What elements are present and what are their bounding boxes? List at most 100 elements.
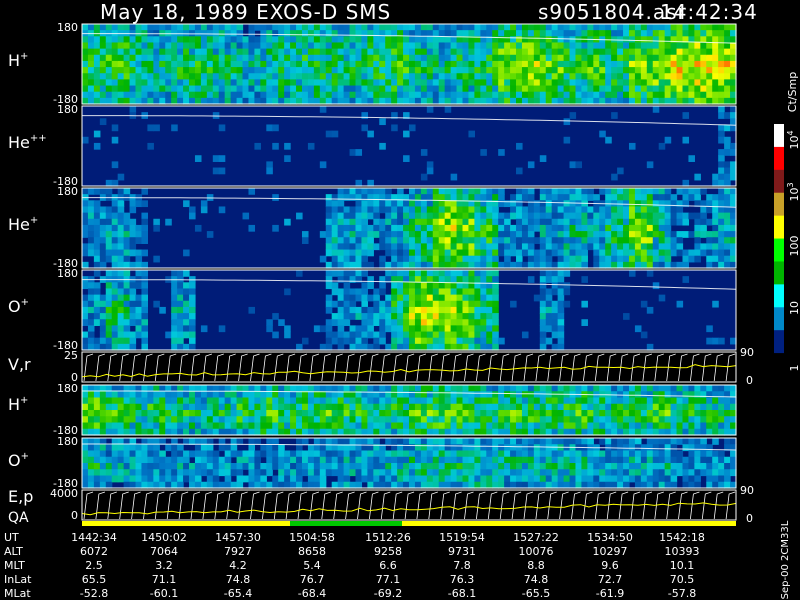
colorbar-swatch xyxy=(774,146,784,171)
y-tick-top-he-plus: 180 xyxy=(57,185,78,198)
panel-h-plus xyxy=(82,24,737,105)
table-cell: -65.5 xyxy=(522,587,550,600)
qa-bar-segment xyxy=(290,521,402,526)
table-cell: 6072 xyxy=(80,545,108,558)
panel-label-o-plus-2: O+ xyxy=(8,451,29,470)
exos-d-sms-summary-plot: May 18, 1989 EXOS-D SMS s9051804.asr 14:… xyxy=(0,0,800,600)
table-cell: 4.2 xyxy=(229,559,247,572)
colorbar-swatch xyxy=(774,215,784,240)
table-cell: 10.1 xyxy=(670,559,695,572)
table-cell: 7927 xyxy=(224,545,252,558)
table-cell: 1442:34 xyxy=(71,531,117,544)
panel-label-he-plusplus: He++ xyxy=(8,133,47,152)
panel-he-plusplus xyxy=(82,106,737,187)
footer-vertical-text: Sep-00 2CM33L xyxy=(780,520,791,599)
y-tick-top-he-plusplus: 180 xyxy=(57,103,78,116)
colorbar-swatch xyxy=(774,238,784,262)
y-right-top-v-r: 90 xyxy=(740,346,754,359)
y-tick-bottom-e-p: 0 xyxy=(71,509,78,522)
panel-v-r xyxy=(81,352,737,382)
panel-o-plus xyxy=(82,270,737,351)
colorbar-tick: 104 xyxy=(786,130,800,149)
table-cell: 1519:54 xyxy=(439,531,485,544)
table-cell: -65.4 xyxy=(224,587,252,600)
table-cell: 1504:58 xyxy=(289,531,335,544)
panel-he-plus xyxy=(82,188,737,269)
table-cell: 1457:30 xyxy=(215,531,261,544)
table-cell: 5.4 xyxy=(303,559,321,572)
colorbar-swatch xyxy=(774,124,784,148)
table-cell: -68.4 xyxy=(298,587,326,600)
colorbar-swatch xyxy=(774,192,784,217)
table-cell: -57.8 xyxy=(668,587,696,600)
colorbar-tick: 10 xyxy=(788,301,800,315)
y-tick-top-e-p: 4000 xyxy=(50,487,78,500)
table-cell: 1450:02 xyxy=(141,531,187,544)
table-cell: 1512:26 xyxy=(365,531,411,544)
table-cell: 10297 xyxy=(593,545,628,558)
y-tick-top-h-plus: 180 xyxy=(57,21,78,34)
table-cell: 1527:22 xyxy=(513,531,559,544)
table-cell: 9.6 xyxy=(601,559,619,572)
table-cell: 10393 xyxy=(665,545,700,558)
table-cell: 8658 xyxy=(298,545,326,558)
table-cell: -68.1 xyxy=(448,587,476,600)
table-row-label: MLT xyxy=(4,559,25,572)
table-row-label: UT xyxy=(4,531,19,544)
y-tick-top-o-plus: 180 xyxy=(57,267,78,280)
panel-label-he-plus: He+ xyxy=(8,215,38,234)
table-cell: -69.2 xyxy=(374,587,402,600)
table-cell: 7.8 xyxy=(453,559,471,572)
colorbar-swatch xyxy=(774,284,784,308)
colorbar-swatch xyxy=(774,169,784,194)
table-row-label: InLat xyxy=(4,573,32,586)
table-cell: 74.8 xyxy=(226,573,251,586)
qa-label: QA xyxy=(8,510,29,526)
table-cell: 2.5 xyxy=(85,559,103,572)
colorbar-swatch xyxy=(774,307,784,331)
y-tick-top-h-plus-2: 180 xyxy=(57,382,78,395)
colorbar-tick: 1 xyxy=(788,365,800,372)
table-cell: 70.5 xyxy=(670,573,695,586)
panel-e-p xyxy=(81,490,737,520)
panel-label-e-p: E,p xyxy=(8,487,33,506)
y-right-bottom-e-p: 0 xyxy=(746,512,753,525)
table-cell: 72.7 xyxy=(598,573,623,586)
table-cell: 3.2 xyxy=(155,559,173,572)
colorbar-unit: Ct/Smp xyxy=(786,72,799,112)
table-cell: 74.8 xyxy=(524,573,549,586)
table-cell: 1542:18 xyxy=(659,531,705,544)
table-cell: 9731 xyxy=(448,545,476,558)
colorbar-tick: 100 xyxy=(788,236,800,257)
colorbar-swatch xyxy=(774,330,784,354)
table-cell: 7064 xyxy=(150,545,178,558)
y-tick-top-v-r: 25 xyxy=(64,349,78,362)
table-cell: 9258 xyxy=(374,545,402,558)
table-cell: -60.1 xyxy=(150,587,178,600)
y-tick-top-o-plus-2: 180 xyxy=(57,435,78,448)
colorbar-swatch xyxy=(774,353,784,377)
table-cell: 71.1 xyxy=(152,573,177,586)
y-right-top-e-p: 90 xyxy=(740,484,754,497)
table-cell: 65.5 xyxy=(82,573,107,586)
table-row-label: ALT xyxy=(4,545,23,558)
spectrogram-panels: H+180-180He++180-180He+180-180O+180-180V… xyxy=(4,21,800,600)
panel-o-plus-2 xyxy=(82,438,737,489)
table-cell: 10076 xyxy=(519,545,554,558)
table-cell: -61.9 xyxy=(596,587,624,600)
table-cell: 8.8 xyxy=(527,559,545,572)
colorbar-tick: 103 xyxy=(786,182,800,201)
panel-label-v-r: V,r xyxy=(8,355,31,374)
table-cell: 76.7 xyxy=(300,573,325,586)
table-cell: 76.3 xyxy=(450,573,475,586)
table-cell: 6.6 xyxy=(379,559,397,572)
table-cell: -52.8 xyxy=(80,587,108,600)
colorbar-swatch xyxy=(774,261,784,285)
qa-bar xyxy=(82,521,736,526)
panel-h-plus-2 xyxy=(82,385,737,436)
panel-label-h-plus-2: H+ xyxy=(8,395,28,414)
table-cell: 77.1 xyxy=(376,573,401,586)
panel-label-h-plus: H+ xyxy=(8,51,28,70)
table-row-label: MLat xyxy=(4,587,31,600)
table-cell: 1534:50 xyxy=(587,531,633,544)
